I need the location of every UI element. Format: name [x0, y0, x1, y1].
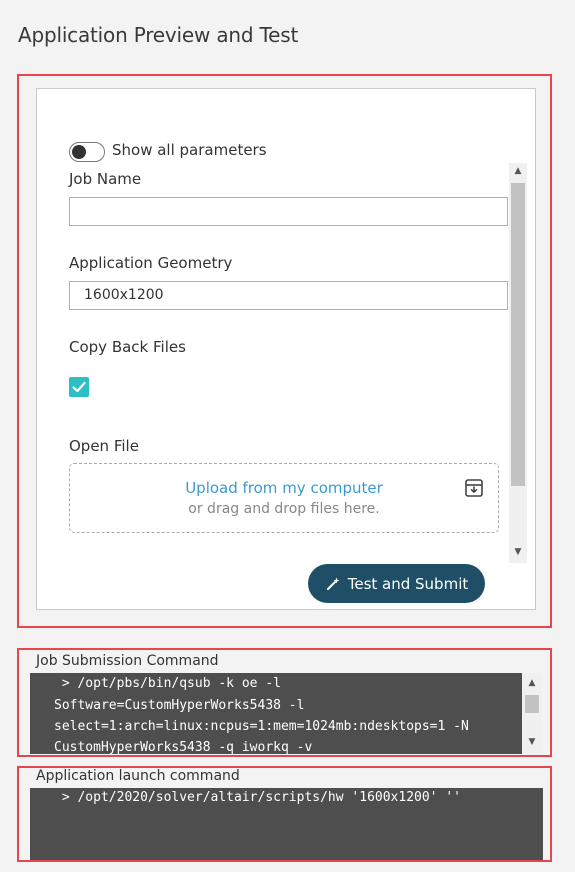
highlight-box-submission: [17, 648, 552, 757]
highlight-box-form: [17, 74, 552, 628]
highlight-box-launch: [17, 766, 552, 862]
page-title: Application Preview and Test: [18, 23, 299, 47]
